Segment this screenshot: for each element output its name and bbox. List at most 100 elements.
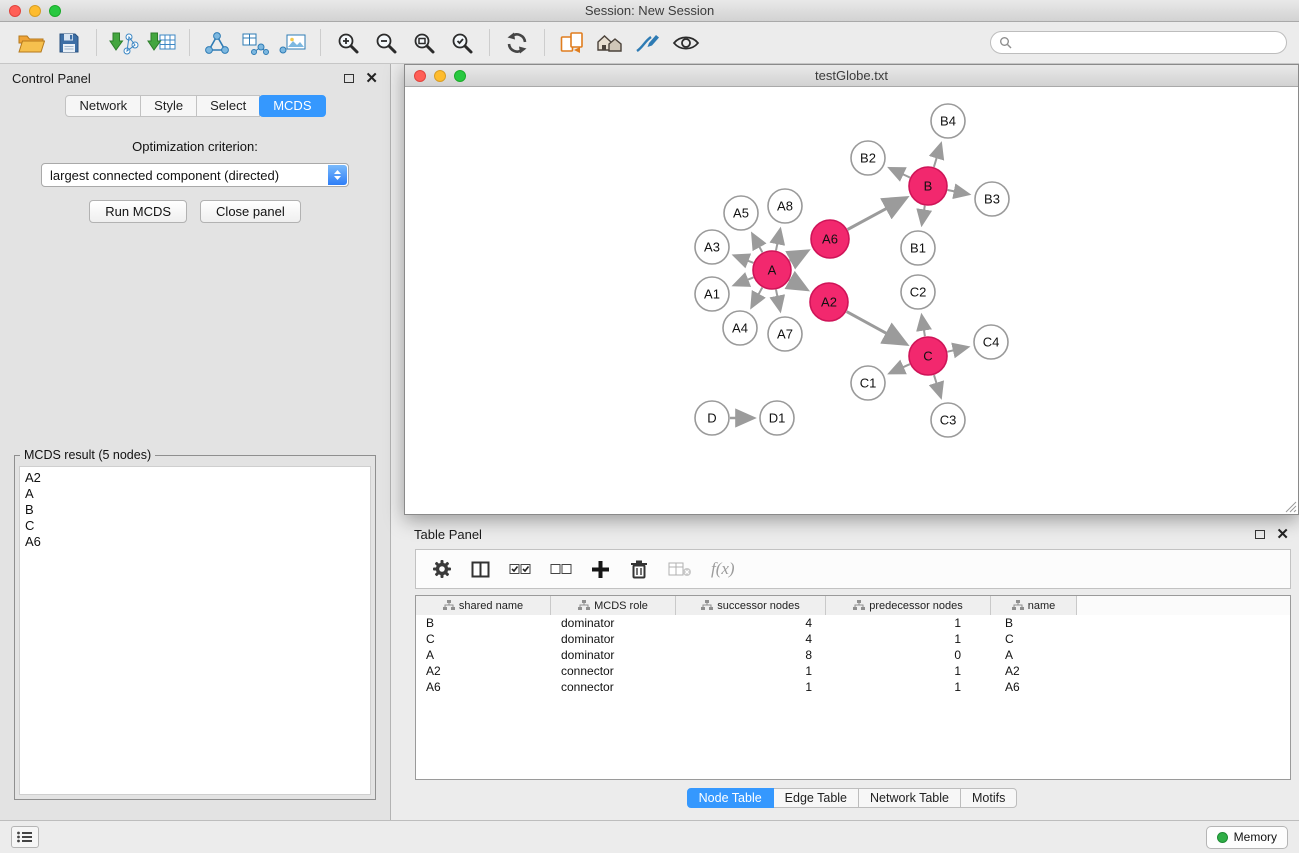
list-item[interactable]: A [20, 486, 370, 502]
apply-style-button[interactable] [629, 26, 667, 60]
close-panel-icon[interactable]: ✕ [1276, 527, 1289, 542]
save-session-button[interactable] [50, 26, 88, 60]
zoom-out-button[interactable] [367, 26, 405, 60]
graph-node-A2[interactable]: A2 [810, 283, 848, 321]
graph-node-A1[interactable]: A1 [695, 277, 729, 311]
column-header-shared-name[interactable]: shared name [416, 596, 551, 615]
graph-node-A7[interactable]: A7 [768, 317, 802, 351]
column-header-predecessor-nodes[interactable]: predecessor nodes [826, 596, 991, 615]
close-panel-icon[interactable]: ✕ [365, 71, 378, 86]
graph-node-C3[interactable]: C3 [931, 403, 965, 437]
tab-network[interactable]: Network [65, 95, 141, 117]
graph-edge-A-A7[interactable] [776, 290, 780, 310]
graph-edge-C-C3[interactable] [934, 375, 941, 396]
mcds-result-list[interactable]: A2 A B C A6 [19, 466, 371, 795]
graph-edge-C-C4[interactable] [948, 347, 967, 351]
node-table[interactable]: shared name MCDS role successor nodes pr… [415, 595, 1291, 780]
criterion-dropdown[interactable]: largest connected component (directed) [41, 163, 349, 187]
search-box[interactable] [990, 31, 1287, 54]
graph-edge-C-C2[interactable] [922, 317, 925, 337]
graph-node-B3[interactable]: B3 [975, 182, 1009, 216]
close-panel-button[interactable]: Close panel [200, 200, 301, 223]
run-mcds-button[interactable]: Run MCDS [89, 200, 187, 223]
zoom-in-button[interactable] [329, 26, 367, 60]
graph-node-A8[interactable]: A8 [768, 189, 802, 223]
table-row[interactable]: C dominator 4 1 C [416, 631, 1290, 647]
list-item[interactable]: A6 [20, 534, 370, 550]
select-all-button[interactable] [509, 561, 531, 577]
delete-table-button[interactable] [668, 561, 692, 577]
list-item[interactable]: A2 [20, 470, 370, 486]
list-item[interactable]: B [20, 502, 370, 518]
graph-node-C[interactable]: C [909, 337, 947, 375]
graph-node-A3[interactable]: A3 [695, 230, 729, 264]
graph-edge-A-A2[interactable] [789, 280, 805, 289]
graph-node-D1[interactable]: D1 [760, 401, 794, 435]
import-table-button[interactable] [143, 26, 181, 60]
graph-node-B1[interactable]: B1 [901, 231, 935, 265]
graph-node-A[interactable]: A [753, 251, 791, 289]
graph-edge-A6-B[interactable] [848, 199, 905, 230]
zoom-window-button[interactable] [454, 70, 466, 82]
graph-edge-B-B4[interactable] [934, 145, 941, 167]
add-column-button[interactable] [591, 560, 610, 579]
zoom-fit-button[interactable] [405, 26, 443, 60]
graph-node-B4[interactable]: B4 [931, 104, 965, 138]
network-canvas[interactable]: B4B2BB3A5A8A6A3B1AC2A1A2A4A7C4CC1C3DD1 [405, 88, 1298, 514]
float-panel-icon[interactable] [1255, 530, 1265, 539]
graph-edge-A-A5[interactable] [753, 235, 763, 252]
graph-edge-A-A4[interactable] [752, 288, 762, 307]
graph-edge-A2-C[interactable] [847, 312, 905, 344]
zoom-window-button[interactable] [49, 5, 61, 17]
close-window-button[interactable] [414, 70, 426, 82]
table-row[interactable]: A2 connector 1 1 A2 [416, 663, 1290, 679]
import-network-button[interactable] [105, 26, 143, 60]
function-builder-button[interactable]: f(x) [711, 559, 735, 579]
task-history-button[interactable] [11, 826, 39, 848]
graph-node-A4[interactable]: A4 [723, 311, 757, 345]
network-graph[interactable]: B4B2BB3A5A8A6A3B1AC2A1A2A4A7C4CC1C3DD1 [405, 88, 1298, 514]
graph-node-B2[interactable]: B2 [851, 141, 885, 175]
refresh-button[interactable] [498, 26, 536, 60]
tab-select[interactable]: Select [196, 95, 260, 117]
tab-network-table[interactable]: Network Table [858, 788, 961, 808]
graph-edge-A-A3[interactable] [735, 256, 753, 263]
open-session-button[interactable] [12, 26, 50, 60]
table-row[interactable]: A6 connector 1 1 A6 [416, 679, 1290, 695]
graph-node-A5[interactable]: A5 [724, 196, 758, 230]
graph-node-C1[interactable]: C1 [851, 366, 885, 400]
minimize-window-button[interactable] [434, 70, 446, 82]
show-hide-button[interactable] [667, 26, 705, 60]
graph-node-D[interactable]: D [695, 401, 729, 435]
new-network-button[interactable] [198, 26, 236, 60]
list-item[interactable]: C [20, 518, 370, 534]
delete-column-button[interactable] [629, 559, 649, 579]
tab-style[interactable]: Style [140, 95, 197, 117]
network-window-titlebar[interactable]: testGlobe.txt [405, 65, 1298, 87]
float-panel-icon[interactable] [344, 74, 354, 83]
zoom-selected-button[interactable] [443, 26, 481, 60]
resize-grip[interactable] [1284, 500, 1297, 513]
table-settings-button[interactable] [432, 559, 452, 579]
graph-node-C2[interactable]: C2 [901, 275, 935, 309]
graph-node-B[interactable]: B [909, 167, 947, 205]
column-header-successor-nodes[interactable]: successor nodes [676, 596, 826, 615]
network-table-button[interactable] [236, 26, 274, 60]
table-row[interactable]: B dominator 4 1 B [416, 615, 1290, 631]
graph-edge-B-B3[interactable] [948, 190, 968, 194]
graph-edge-B-B2[interactable] [891, 169, 910, 178]
column-header-mcds-role[interactable]: MCDS role [551, 596, 676, 615]
deselect-all-button[interactable] [550, 561, 572, 577]
home-button[interactable] [591, 26, 629, 60]
graph-edge-A-A1[interactable] [735, 277, 753, 284]
tab-node-table[interactable]: Node Table [687, 788, 774, 808]
search-input[interactable] [1017, 35, 1278, 50]
column-header-name[interactable]: name [991, 596, 1077, 615]
export-image-button[interactable] [274, 26, 312, 60]
duplicate-button[interactable] [553, 26, 591, 60]
graph-edge-C-C1[interactable] [891, 364, 910, 373]
close-window-button[interactable] [9, 5, 21, 17]
graph-edge-A-A8[interactable] [776, 231, 780, 251]
graph-edge-B-B1[interactable] [922, 206, 925, 224]
memory-button[interactable]: Memory [1206, 826, 1288, 849]
